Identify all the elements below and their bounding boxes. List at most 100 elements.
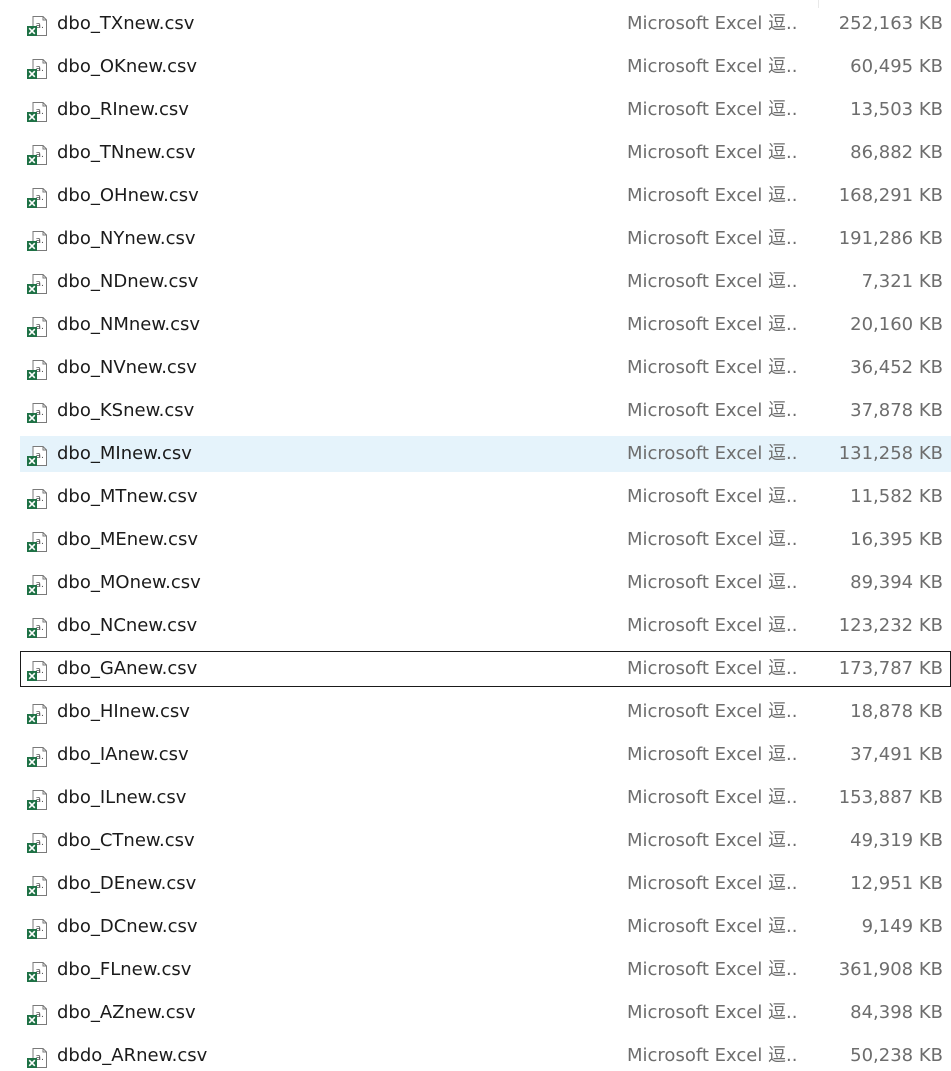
file-type: Microsoft Excel 逗... xyxy=(627,572,797,593)
file-type: Microsoft Excel 逗... xyxy=(627,185,797,206)
file-name: dbo_TNnew.csv xyxy=(57,142,196,163)
file-name: dbo_MEnew.csv xyxy=(57,529,198,550)
file-row-2[interactable]: a. dbo_OKnew.csv Microsoft Excel 逗... 60… xyxy=(20,49,951,85)
excel-csv-icon: a. xyxy=(26,359,48,381)
file-name: dbo_MTnew.csv xyxy=(57,486,198,507)
file-size: 13,503 KB xyxy=(850,99,943,120)
file-type: Microsoft Excel 逗... xyxy=(627,701,797,722)
excel-csv-icon: a. xyxy=(26,58,48,80)
excel-csv-icon: a. xyxy=(26,617,48,639)
excel-csv-icon: a. xyxy=(26,789,48,811)
file-type: Microsoft Excel 逗... xyxy=(627,13,797,34)
excel-csv-icon: a. xyxy=(26,1047,48,1069)
file-size: 86,882 KB xyxy=(850,142,943,163)
file-type: Microsoft Excel 逗... xyxy=(627,873,797,894)
file-row-18[interactable]: a. dbo_IAnew.csv Microsoft Excel 逗... 37… xyxy=(20,737,951,773)
excel-csv-icon: a. xyxy=(26,703,48,725)
file-row-13[interactable]: a. dbo_MEnew.csv Microsoft Excel 逗... 16… xyxy=(20,522,951,558)
file-size: 89,394 KB xyxy=(850,572,943,593)
file-row-7[interactable]: a. dbo_NDnew.csv Microsoft Excel 逗... 7,… xyxy=(20,264,951,300)
file-name: dbo_TXnew.csv xyxy=(57,13,195,34)
file-size: 9,149 KB xyxy=(861,916,943,937)
file-row-10[interactable]: a. dbo_KSnew.csv Microsoft Excel 逗... 37… xyxy=(20,393,951,429)
file-name: dbo_AZnew.csv xyxy=(57,1002,196,1023)
file-size: 131,258 KB xyxy=(838,443,943,464)
file-name: dbo_NDnew.csv xyxy=(57,271,199,292)
file-row-15[interactable]: a. dbo_NCnew.csv Microsoft Excel 逗... 12… xyxy=(20,608,951,644)
file-size: 191,286 KB xyxy=(838,228,943,249)
file-row-23[interactable]: a. dbo_FLnew.csv Microsoft Excel 逗... 36… xyxy=(20,952,951,988)
file-row-24[interactable]: a. dbo_AZnew.csv Microsoft Excel 逗... 84… xyxy=(20,995,951,1031)
file-size: 252,163 KB xyxy=(838,13,943,34)
file-row-12[interactable]: a. dbo_MTnew.csv Microsoft Excel 逗... 11… xyxy=(20,479,951,515)
file-row-9[interactable]: a. dbo_NVnew.csv Microsoft Excel 逗... 36… xyxy=(20,350,951,386)
file-name: dbo_MInew.csv xyxy=(57,443,192,464)
file-type: Microsoft Excel 逗... xyxy=(627,1045,797,1066)
file-type: Microsoft Excel 逗... xyxy=(627,271,797,292)
excel-csv-icon: a. xyxy=(26,918,48,940)
file-name: dbo_IAnew.csv xyxy=(57,744,189,765)
excel-csv-icon: a. xyxy=(26,746,48,768)
excel-csv-icon: a. xyxy=(26,1004,48,1026)
file-size: 123,232 KB xyxy=(838,615,943,636)
excel-csv-icon: a. xyxy=(26,316,48,338)
excel-csv-icon: a. xyxy=(26,488,48,510)
file-type: Microsoft Excel 逗... xyxy=(627,787,797,808)
file-name: dbo_GAnew.csv xyxy=(57,658,198,679)
file-row-16[interactable]: a. dbo_GAnew.csv Microsoft Excel 逗... 17… xyxy=(20,651,951,687)
file-row-5[interactable]: a. dbo_OHnew.csv Microsoft Excel 逗... 16… xyxy=(20,178,951,214)
file-name: dbo_OHnew.csv xyxy=(57,185,199,206)
file-name: dbo_NVnew.csv xyxy=(57,357,197,378)
file-row-1[interactable]: a. dbo_TXnew.csv Microsoft Excel 逗... 25… xyxy=(20,6,951,42)
excel-csv-icon: a. xyxy=(26,101,48,123)
file-row-8[interactable]: a. dbo_NMnew.csv Microsoft Excel 逗... 20… xyxy=(20,307,951,343)
file-row-3[interactable]: a. dbo_RInew.csv Microsoft Excel 逗... 13… xyxy=(20,92,951,128)
file-type: Microsoft Excel 逗... xyxy=(627,830,797,851)
file-type: Microsoft Excel 逗... xyxy=(627,400,797,421)
file-type: Microsoft Excel 逗... xyxy=(627,615,797,636)
file-size: 36,452 KB xyxy=(850,357,943,378)
file-name: dbdo_ARnew.csv xyxy=(57,1045,208,1066)
file-size: 37,878 KB xyxy=(850,400,943,421)
excel-csv-icon: a. xyxy=(26,187,48,209)
file-name: dbo_FLnew.csv xyxy=(57,959,192,980)
file-row-20[interactable]: a. dbo_CTnew.csv Microsoft Excel 逗... 49… xyxy=(20,823,951,859)
excel-csv-icon: a. xyxy=(26,273,48,295)
file-row-11[interactable]: a. dbo_MInew.csv Microsoft Excel 逗... 13… xyxy=(20,436,951,472)
file-size: 173,787 KB xyxy=(838,658,943,679)
file-name: dbo_HInew.csv xyxy=(57,701,190,722)
file-name: dbo_DEnew.csv xyxy=(57,873,197,894)
file-size: 168,291 KB xyxy=(838,185,943,206)
file-size: 7,321 KB xyxy=(861,271,943,292)
file-row-21[interactable]: a. dbo_DEnew.csv Microsoft Excel 逗... 12… xyxy=(20,866,951,902)
file-size: 37,491 KB xyxy=(850,744,943,765)
file-type: Microsoft Excel 逗... xyxy=(627,99,797,120)
file-name: dbo_NCnew.csv xyxy=(57,615,198,636)
file-row-25[interactable]: a. dbdo_ARnew.csv Microsoft Excel 逗... 5… xyxy=(20,1038,951,1071)
file-row-6[interactable]: a. dbo_NYnew.csv Microsoft Excel 逗... 19… xyxy=(20,221,951,257)
file-size: 153,887 KB xyxy=(838,787,943,808)
file-row-17[interactable]: a. dbo_HInew.csv Microsoft Excel 逗... 18… xyxy=(20,694,951,730)
file-size: 49,319 KB xyxy=(850,830,943,851)
excel-csv-icon: a. xyxy=(26,445,48,467)
file-name: dbo_RInew.csv xyxy=(57,99,189,120)
file-size: 16,395 KB xyxy=(850,529,943,550)
excel-csv-icon: a. xyxy=(26,230,48,252)
file-size: 50,238 KB xyxy=(850,1045,943,1066)
file-name: dbo_NYnew.csv xyxy=(57,228,196,249)
file-name: dbo_DCnew.csv xyxy=(57,916,198,937)
excel-csv-icon: a. xyxy=(26,961,48,983)
file-name: dbo_CTnew.csv xyxy=(57,830,195,851)
file-size: 20,160 KB xyxy=(850,314,943,335)
excel-csv-icon: a. xyxy=(26,15,48,37)
excel-csv-icon: a. xyxy=(26,402,48,424)
file-row-4[interactable]: a. dbo_TNnew.csv Microsoft Excel 逗... 86… xyxy=(20,135,951,171)
file-name: dbo_KSnew.csv xyxy=(57,400,195,421)
file-name: dbo_NMnew.csv xyxy=(57,314,201,335)
file-type: Microsoft Excel 逗... xyxy=(627,443,797,464)
file-row-19[interactable]: a. dbo_ILnew.csv Microsoft Excel 逗... 15… xyxy=(20,780,951,816)
file-row-14[interactable]: a. dbo_MOnew.csv Microsoft Excel 逗... 89… xyxy=(20,565,951,601)
file-size: 84,398 KB xyxy=(850,1002,943,1023)
file-type: Microsoft Excel 逗... xyxy=(627,56,797,77)
file-row-22[interactable]: a. dbo_DCnew.csv Microsoft Excel 逗... 9,… xyxy=(20,909,951,945)
